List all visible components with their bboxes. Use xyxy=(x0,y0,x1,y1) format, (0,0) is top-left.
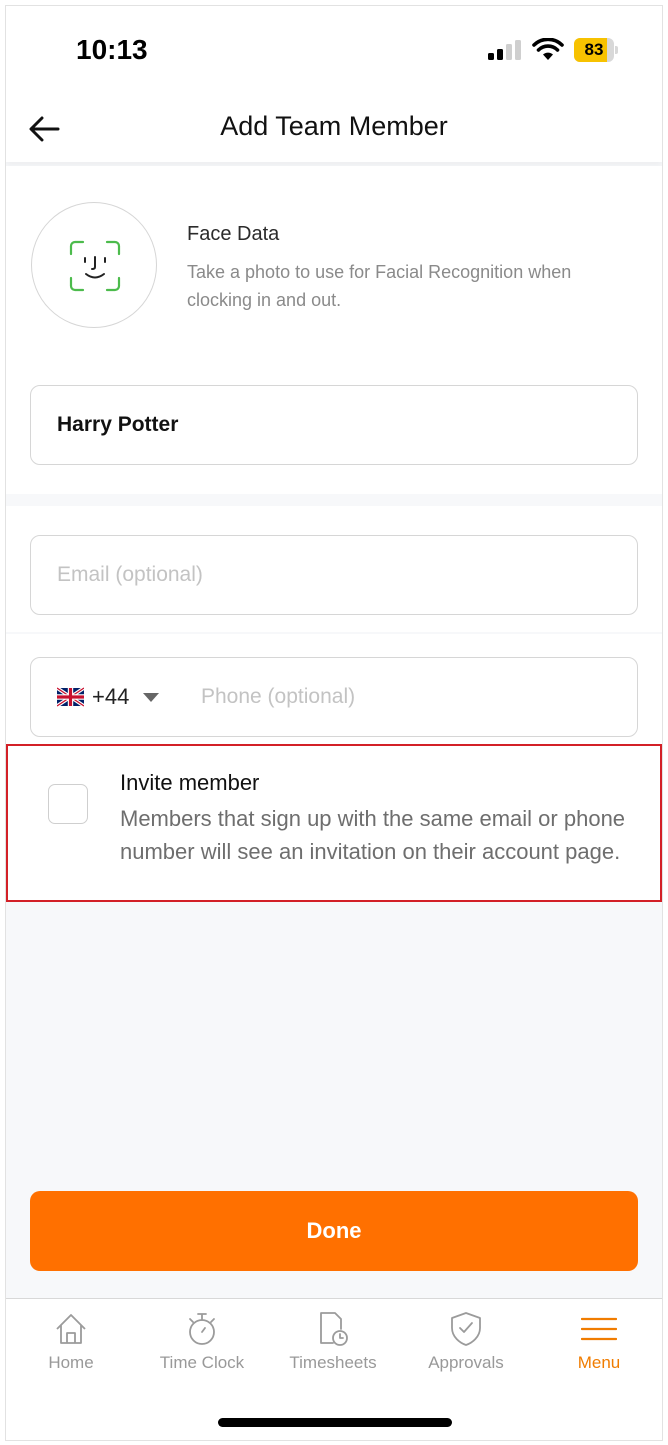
tab-timesheets[interactable]: Timesheets xyxy=(268,1311,398,1381)
tab-approvals[interactable]: Approvals xyxy=(401,1311,531,1381)
stopwatch-icon xyxy=(189,1313,215,1345)
page-title: Add Team Member xyxy=(220,111,448,141)
cellular-signal-icon xyxy=(488,40,521,60)
email-field[interactable] xyxy=(30,535,638,615)
face-id-icon xyxy=(69,240,121,292)
tab-label: Approvals xyxy=(428,1353,504,1372)
caret-down-icon xyxy=(143,692,160,702)
tab-label: Time Clock xyxy=(159,1353,245,1372)
phone-section: +44 xyxy=(6,634,662,746)
email-input[interactable] xyxy=(57,536,617,614)
phone-input[interactable] xyxy=(201,658,621,736)
country-code-picker[interactable]: +44 xyxy=(57,658,160,736)
status-bar: 10:13 83 xyxy=(6,6,662,96)
home-indicator xyxy=(218,1418,452,1427)
timesheet-icon xyxy=(320,1312,348,1346)
status-time: 10:13 xyxy=(76,34,148,65)
tab-home[interactable]: Home xyxy=(6,1311,136,1381)
done-button[interactable]: Done xyxy=(30,1191,638,1271)
uk-flag-icon xyxy=(57,687,84,707)
battery-percent: 83 xyxy=(584,40,604,59)
invite-member-title: Invite member xyxy=(120,770,260,795)
face-and-name-section: Face Data Take a photo to use for Facial… xyxy=(6,166,662,494)
tab-label: Timesheets xyxy=(289,1353,377,1372)
home-icon xyxy=(56,1314,86,1344)
face-data-description: Take a photo to use for Facial Recogniti… xyxy=(187,262,572,310)
face-data-title: Face Data xyxy=(187,223,280,245)
menu-icon xyxy=(581,1317,617,1341)
name-input[interactable] xyxy=(57,386,617,464)
email-section xyxy=(6,506,662,632)
tab-time-clock[interactable]: Time Clock xyxy=(137,1311,267,1381)
tab-label: Home xyxy=(48,1353,94,1372)
nav-header: Add Team Member xyxy=(6,96,662,162)
face-capture-button[interactable] xyxy=(31,202,157,328)
invite-member-checkbox[interactable] xyxy=(48,784,88,824)
name-field[interactable] xyxy=(30,385,638,465)
invite-member-option: Invite member Members that sign up with … xyxy=(6,744,662,902)
invite-member-description: Members that sign up with the same email… xyxy=(120,806,626,864)
app-screen: 10:13 83 Add Team Member Face Data Take … xyxy=(5,5,663,1441)
battery-icon: 83 xyxy=(574,38,618,62)
phone-field[interactable]: +44 xyxy=(30,657,638,737)
tab-menu[interactable]: Menu xyxy=(534,1311,662,1381)
country-code: +44 xyxy=(92,684,130,709)
shield-check-icon xyxy=(451,1312,481,1346)
tab-label: Menu xyxy=(577,1353,621,1372)
wifi-icon xyxy=(532,38,564,60)
